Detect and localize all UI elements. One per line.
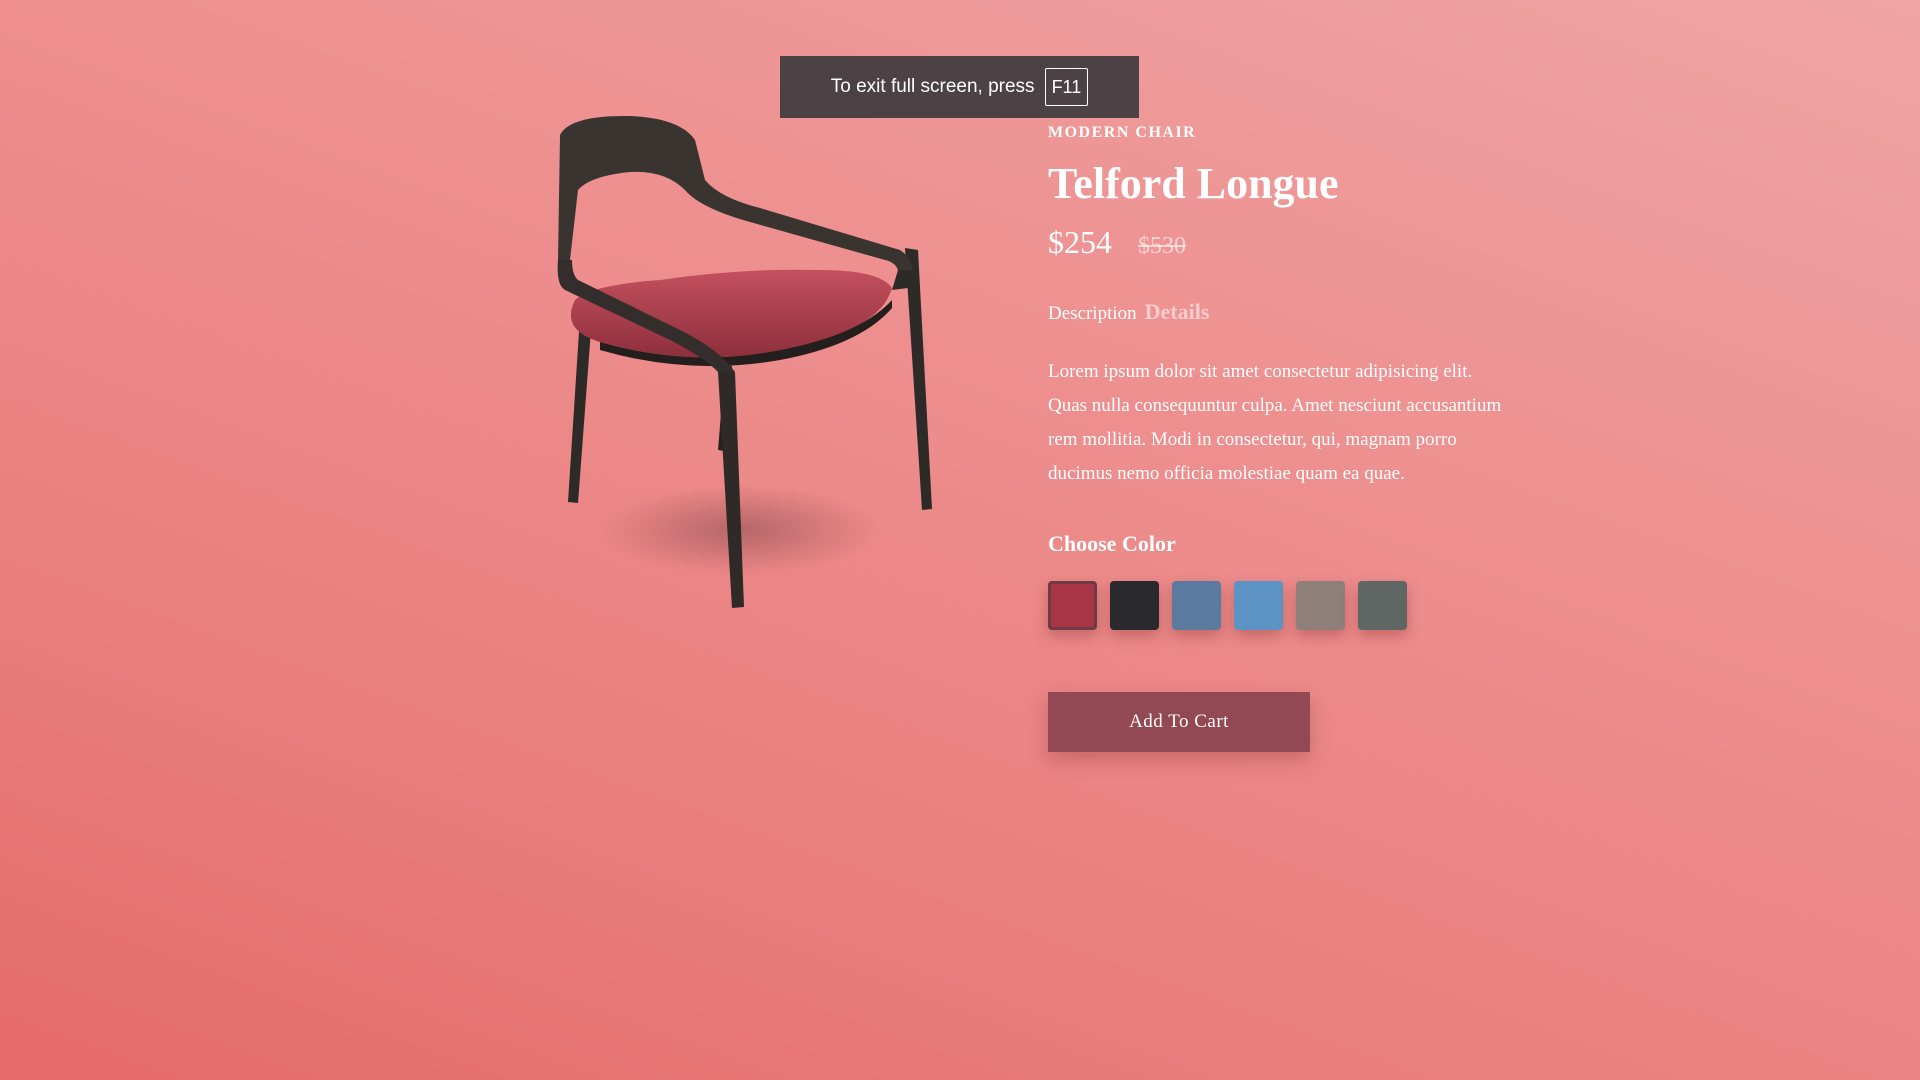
color-swatch-crimson[interactable] <box>1048 581 1097 630</box>
fullscreen-notice-text: To exit full screen, press <box>830 76 1035 97</box>
add-to-cart-button[interactable]: Add To Cart <box>1048 692 1310 752</box>
product-title: Telford Longue <box>1048 159 1339 208</box>
product-category: Modern Chair <box>1048 124 1197 141</box>
color-swatch-taupe[interactable] <box>1296 581 1345 630</box>
current-price: $254 <box>1048 224 1112 260</box>
color-swatch-black[interactable] <box>1110 581 1159 630</box>
price-row: $254 $530 <box>1048 224 1508 261</box>
original-price: $530 <box>1138 233 1186 259</box>
product-info: Modern Chair Telford Longue $254 $530 De… <box>1048 120 1508 752</box>
product-description: Lorem ipsum dolor sit amet consectetur a… <box>1048 361 1502 484</box>
f11-key-badge: F11 <box>1044 68 1089 106</box>
tab-details[interactable]: Details <box>1145 299 1210 325</box>
fullscreen-notice: To exit full screen, press F11 <box>780 56 1139 118</box>
color-swatch-denim-blue[interactable] <box>1172 581 1221 630</box>
choose-color-heading: Choose Color <box>1048 531 1176 556</box>
tab-description[interactable]: Description <box>1048 303 1137 325</box>
info-tabs: Description Details <box>1048 299 1508 325</box>
chair-image <box>520 110 970 630</box>
color-swatches <box>1048 581 1508 630</box>
color-swatch-sky-blue[interactable] <box>1234 581 1283 630</box>
color-swatch-slate-gray[interactable] <box>1358 581 1407 630</box>
